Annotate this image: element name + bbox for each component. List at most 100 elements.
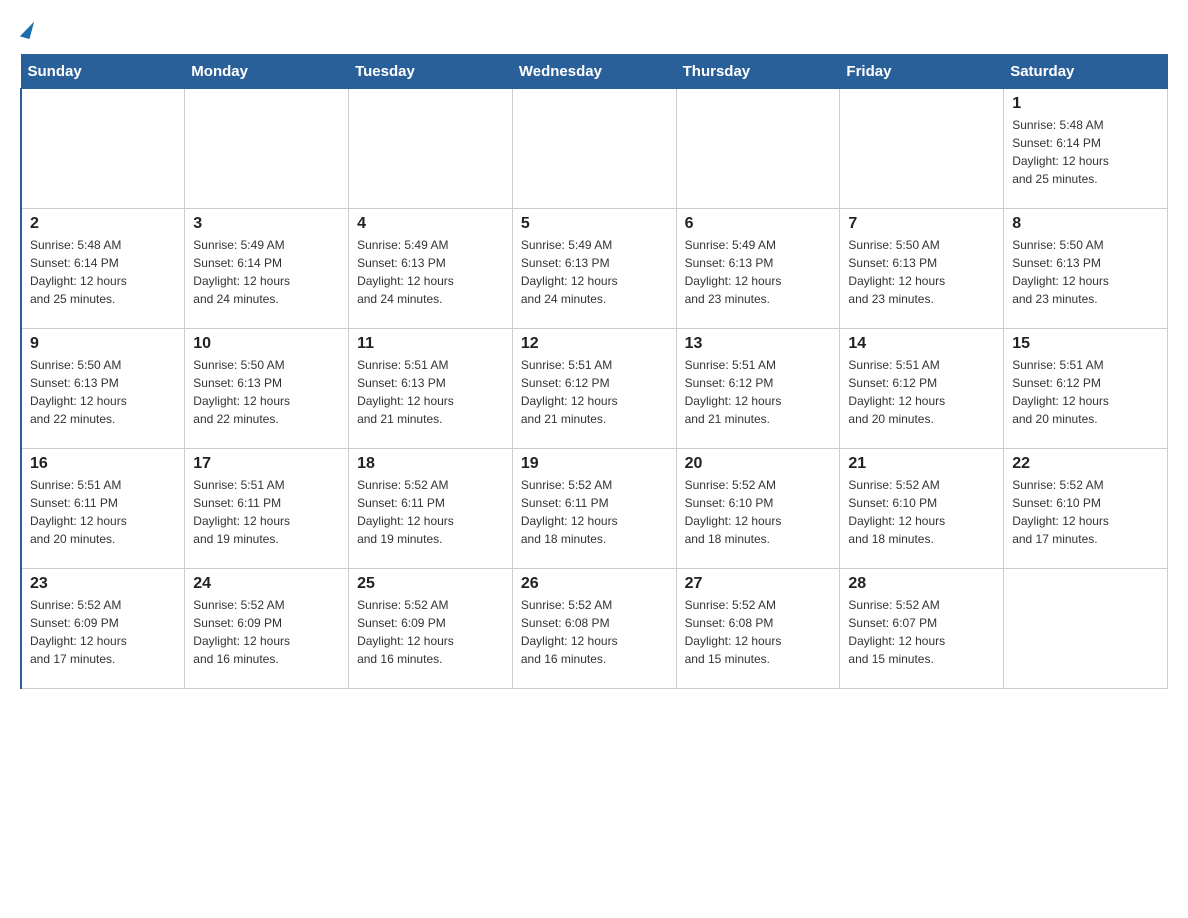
calendar-cell: 5Sunrise: 5:49 AM Sunset: 6:13 PM Daylig…: [512, 209, 676, 329]
day-number: 23: [30, 575, 176, 593]
calendar-cell: 15 Sunrise: 5:51 AM Sunset: 6:12 PM Dayli…: [1004, 329, 1168, 449]
weekday-header-saturday: Saturday: [1004, 55, 1168, 89]
day-number: 9: [30, 335, 176, 353]
day-number: 17: [193, 455, 340, 473]
calendar-cell: 22 Sunrise: 5:52 AM Sunset: 6:10 PM Dayli…: [1004, 449, 1168, 569]
day-info: Sunrise: 5:51 AM Sunset: 6:11 PM Dayligh…: [193, 476, 340, 548]
calendar-cell: 18Sunrise: 5:52 AM Sunset: 6:11 PM Dayli…: [349, 449, 513, 569]
logo-triangle-icon: [20, 19, 34, 39]
day-info: Sunrise: 5:50 AM Sunset: 6:13 PM Dayligh…: [848, 236, 995, 308]
calendar-cell: 7 Sunrise: 5:50 AM Sunset: 6:13 PM Daylig…: [840, 209, 1004, 329]
weekday-header-wednesday: Wednesday: [512, 55, 676, 89]
calendar-week-3: 9 Sunrise: 5:50 AM Sunset: 6:13 PM Daylig…: [21, 329, 1168, 449]
calendar-week-5: 23 Sunrise: 5:52 AM Sunset: 6:09 PM Dayli…: [21, 569, 1168, 689]
day-info: Sunrise: 5:52 AM Sunset: 6:09 PM Dayligh…: [357, 596, 504, 668]
day-number: 8: [1012, 215, 1159, 233]
weekday-header-sunday: Sunday: [21, 55, 185, 89]
day-info: Sunrise: 5:51 AM Sunset: 6:12 PM Dayligh…: [1012, 356, 1159, 428]
calendar-cell: [1004, 569, 1168, 689]
day-info: Sunrise: 5:49 AM Sunset: 6:13 PM Dayligh…: [521, 236, 668, 308]
day-number: 21: [848, 455, 995, 473]
day-number: 16: [30, 455, 176, 473]
calendar-cell: 28 Sunrise: 5:52 AM Sunset: 6:07 PM Dayli…: [840, 569, 1004, 689]
day-number: 7: [848, 215, 995, 233]
calendar-cell: 21 Sunrise: 5:52 AM Sunset: 6:10 PM Dayli…: [840, 449, 1004, 569]
weekday-header-thursday: Thursday: [676, 55, 840, 89]
day-number: 10: [193, 335, 340, 353]
calendar-cell: [349, 89, 513, 209]
calendar-cell: 24 Sunrise: 5:52 AM Sunset: 6:09 PM Dayli…: [185, 569, 349, 689]
day-info: Sunrise: 5:51 AM Sunset: 6:11 PM Dayligh…: [30, 476, 176, 548]
calendar-cell: 26 Sunrise: 5:52 AM Sunset: 6:08 PM Dayli…: [512, 569, 676, 689]
day-info: Sunrise: 5:52 AM Sunset: 6:08 PM Dayligh…: [521, 596, 668, 668]
day-info: Sunrise: 5:52 AM Sunset: 6:10 PM Dayligh…: [848, 476, 995, 548]
day-info: Sunrise: 5:48 AM Sunset: 6:14 PM Dayligh…: [30, 236, 176, 308]
calendar-cell: 10 Sunrise: 5:50 AM Sunset: 6:13 PM Dayli…: [185, 329, 349, 449]
day-info: Sunrise: 5:51 AM Sunset: 6:12 PM Dayligh…: [521, 356, 668, 428]
day-number: 24: [193, 575, 340, 593]
calendar-cell: 4 Sunrise: 5:49 AM Sunset: 6:13 PM Daylig…: [349, 209, 513, 329]
day-number: 4: [357, 215, 504, 233]
day-number: 1: [1012, 95, 1159, 113]
calendar-week-4: 16 Sunrise: 5:51 AM Sunset: 6:11 PM Dayli…: [21, 449, 1168, 569]
calendar-cell: [21, 89, 185, 209]
day-info: Sunrise: 5:52 AM Sunset: 6:08 PM Dayligh…: [685, 596, 832, 668]
day-info: Sunrise: 5:50 AM Sunset: 6:13 PM Dayligh…: [1012, 236, 1159, 308]
day-number: 27: [685, 575, 832, 593]
calendar-cell: 17 Sunrise: 5:51 AM Sunset: 6:11 PM Dayli…: [185, 449, 349, 569]
day-info: Sunrise: 5:49 AM Sunset: 6:13 PM Dayligh…: [357, 236, 504, 308]
day-info: Sunrise: 5:52 AM Sunset: 6:07 PM Dayligh…: [848, 596, 995, 668]
day-info: Sunrise: 5:51 AM Sunset: 6:12 PM Dayligh…: [685, 356, 832, 428]
day-number: 14: [848, 335, 995, 353]
calendar-cell: 6Sunrise: 5:49 AM Sunset: 6:13 PM Daylig…: [676, 209, 840, 329]
day-info: Sunrise: 5:52 AM Sunset: 6:11 PM Dayligh…: [357, 476, 504, 548]
day-number: 11: [357, 335, 504, 353]
calendar-cell: 20 Sunrise: 5:52 AM Sunset: 6:10 PM Dayli…: [676, 449, 840, 569]
calendar-cell: 14 Sunrise: 5:51 AM Sunset: 6:12 PM Dayli…: [840, 329, 1004, 449]
day-number: 3: [193, 215, 340, 233]
calendar-cell: 2 Sunrise: 5:48 AM Sunset: 6:14 PM Daylig…: [21, 209, 185, 329]
day-number: 22: [1012, 455, 1159, 473]
calendar-week-1: 1 Sunrise: 5:48 AM Sunset: 6:14 PM Daylig…: [21, 89, 1168, 209]
day-info: Sunrise: 5:52 AM Sunset: 6:10 PM Dayligh…: [1012, 476, 1159, 548]
day-info: Sunrise: 5:52 AM Sunset: 6:09 PM Dayligh…: [193, 596, 340, 668]
day-info: Sunrise: 5:52 AM Sunset: 6:11 PM Dayligh…: [521, 476, 668, 548]
day-number: 19: [521, 455, 668, 473]
calendar-cell: [840, 89, 1004, 209]
calendar-cell: 11 Sunrise: 5:51 AM Sunset: 6:13 PM Dayli…: [349, 329, 513, 449]
page-header: [20, 20, 1168, 38]
calendar-week-2: 2 Sunrise: 5:48 AM Sunset: 6:14 PM Daylig…: [21, 209, 1168, 329]
calendar-cell: 13 Sunrise: 5:51 AM Sunset: 6:12 PM Dayli…: [676, 329, 840, 449]
calendar-header: SundayMondayTuesdayWednesdayThursdayFrid…: [21, 55, 1168, 89]
day-info: Sunrise: 5:50 AM Sunset: 6:13 PM Dayligh…: [193, 356, 340, 428]
weekday-header-tuesday: Tuesday: [349, 55, 513, 89]
calendar-cell: 25 Sunrise: 5:52 AM Sunset: 6:09 PM Dayli…: [349, 569, 513, 689]
day-number: 13: [685, 335, 832, 353]
day-info: Sunrise: 5:51 AM Sunset: 6:13 PM Dayligh…: [357, 356, 504, 428]
day-info: Sunrise: 5:48 AM Sunset: 6:14 PM Dayligh…: [1012, 116, 1159, 188]
calendar-cell: [185, 89, 349, 209]
weekday-header-friday: Friday: [840, 55, 1004, 89]
calendar-cell: 12 Sunrise: 5:51 AM Sunset: 6:12 PM Dayli…: [512, 329, 676, 449]
calendar-cell: 1 Sunrise: 5:48 AM Sunset: 6:14 PM Daylig…: [1004, 89, 1168, 209]
day-number: 2: [30, 215, 176, 233]
day-number: 26: [521, 575, 668, 593]
logo: [20, 20, 32, 38]
day-info: Sunrise: 5:49 AM Sunset: 6:14 PM Dayligh…: [193, 236, 340, 308]
day-info: Sunrise: 5:49 AM Sunset: 6:13 PM Dayligh…: [685, 236, 832, 308]
calendar-cell: [512, 89, 676, 209]
weekday-header-monday: Monday: [185, 55, 349, 89]
day-number: 20: [685, 455, 832, 473]
day-info: Sunrise: 5:52 AM Sunset: 6:09 PM Dayligh…: [30, 596, 176, 668]
calendar-cell: 23 Sunrise: 5:52 AM Sunset: 6:09 PM Dayli…: [21, 569, 185, 689]
calendar-cell: 8 Sunrise: 5:50 AM Sunset: 6:13 PM Daylig…: [1004, 209, 1168, 329]
day-number: 12: [521, 335, 668, 353]
calendar-cell: 9Sunrise: 5:50 AM Sunset: 6:13 PM Daylig…: [21, 329, 185, 449]
day-info: Sunrise: 5:52 AM Sunset: 6:10 PM Dayligh…: [685, 476, 832, 548]
day-number: 25: [357, 575, 504, 593]
day-info: Sunrise: 5:51 AM Sunset: 6:12 PM Dayligh…: [848, 356, 995, 428]
calendar-cell: 27 Sunrise: 5:52 AM Sunset: 6:08 PM Dayli…: [676, 569, 840, 689]
calendar-cell: 19 Sunrise: 5:52 AM Sunset: 6:11 PM Dayli…: [512, 449, 676, 569]
day-number: 28: [848, 575, 995, 593]
day-number: 15: [1012, 335, 1159, 353]
